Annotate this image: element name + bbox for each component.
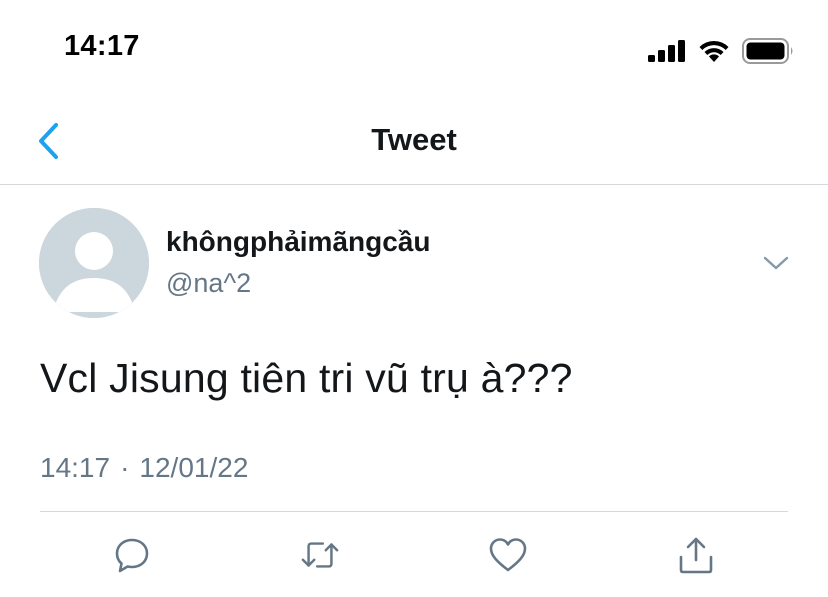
signal-icon (648, 40, 685, 62)
nav-divider (0, 184, 828, 185)
retweet-icon (301, 542, 339, 568)
reply-button[interactable] (112, 535, 152, 575)
tweet-timestamp: 14:17 · 12/01/22 (40, 452, 248, 484)
tweet-date: 12/01/22 (139, 452, 249, 483)
tweet-detail-screen: 14:17 Tweet khôngphảimãngcầu @na^2 Vcl J… (0, 0, 828, 597)
tweet-text: Vcl Jisung tiên tri vũ trụ à??? (40, 355, 573, 401)
actions-divider (40, 511, 788, 512)
user-handle[interactable]: @na^2 (166, 268, 251, 299)
timestamp-separator: · (120, 452, 130, 483)
status-time: 14:17 (64, 30, 140, 62)
share-icon (679, 537, 713, 574)
display-name[interactable]: khôngphảimãngcầu (166, 226, 430, 258)
status-icons (648, 38, 794, 64)
share-button[interactable] (676, 535, 716, 575)
page-title: Tweet (371, 122, 457, 157)
battery-icon (742, 38, 793, 64)
avatar[interactable] (39, 208, 149, 318)
like-icon (489, 538, 527, 572)
default-avatar-icon (39, 208, 149, 318)
reply-icon (115, 538, 149, 573)
tweet-time: 14:17 (40, 452, 111, 483)
retweet-button[interactable] (300, 535, 340, 575)
wifi-icon (699, 40, 729, 62)
more-options-button[interactable] (760, 250, 792, 276)
like-button[interactable] (488, 535, 528, 575)
chevron-down-icon (763, 256, 789, 270)
